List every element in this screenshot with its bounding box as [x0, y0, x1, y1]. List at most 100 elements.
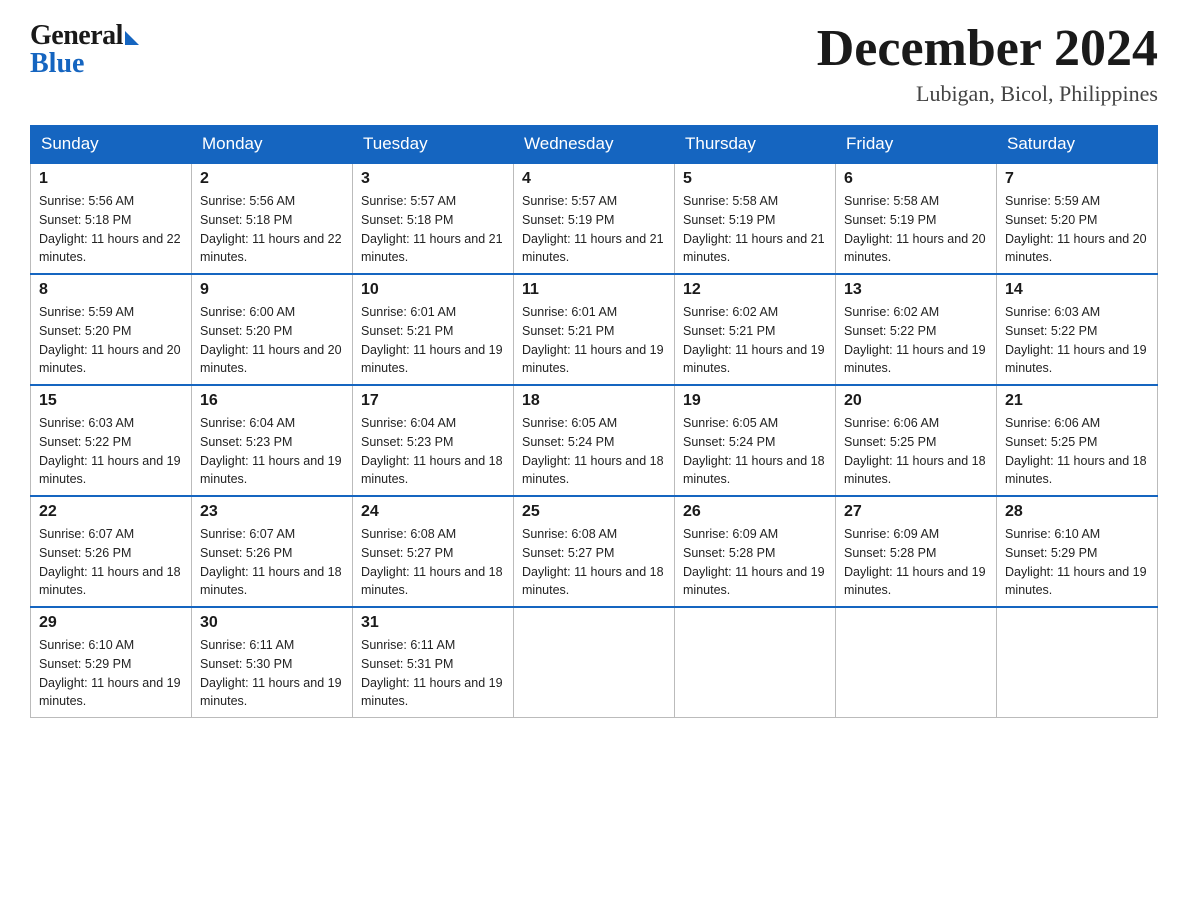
table-row — [675, 607, 836, 718]
day-info: Sunrise: 6:08 AMSunset: 5:27 PMDaylight:… — [361, 525, 505, 600]
header-thursday: Thursday — [675, 126, 836, 164]
table-row: 31 Sunrise: 6:11 AMSunset: 5:31 PMDayligh… — [353, 607, 514, 718]
table-row: 10 Sunrise: 6:01 AMSunset: 5:21 PMDayligh… — [353, 274, 514, 385]
calendar-week-row: 1 Sunrise: 5:56 AMSunset: 5:18 PMDaylight… — [31, 163, 1158, 274]
day-info: Sunrise: 6:11 AMSunset: 5:31 PMDaylight:… — [361, 636, 505, 711]
day-number: 4 — [522, 170, 666, 188]
day-info: Sunrise: 6:10 AMSunset: 5:29 PMDaylight:… — [39, 636, 183, 711]
table-row — [836, 607, 997, 718]
table-row: 12 Sunrise: 6:02 AMSunset: 5:21 PMDayligh… — [675, 274, 836, 385]
day-info: Sunrise: 6:06 AMSunset: 5:25 PMDaylight:… — [1005, 414, 1149, 489]
day-number: 17 — [361, 392, 505, 410]
table-row: 8 Sunrise: 5:59 AMSunset: 5:20 PMDaylight… — [31, 274, 192, 385]
day-info: Sunrise: 5:59 AMSunset: 5:20 PMDaylight:… — [39, 303, 183, 378]
day-number: 25 — [522, 503, 666, 521]
day-info: Sunrise: 6:10 AMSunset: 5:29 PMDaylight:… — [1005, 525, 1149, 600]
day-info: Sunrise: 5:58 AMSunset: 5:19 PMDaylight:… — [683, 192, 827, 267]
day-number: 15 — [39, 392, 183, 410]
day-number: 28 — [1005, 503, 1149, 521]
calendar-header-row: Sunday Monday Tuesday Wednesday Thursday… — [31, 126, 1158, 164]
table-row: 19 Sunrise: 6:05 AMSunset: 5:24 PMDayligh… — [675, 385, 836, 496]
header-friday: Friday — [836, 126, 997, 164]
day-number: 9 — [200, 281, 344, 299]
table-row: 20Sunrise: 6:06 AMSunset: 5:25 PMDayligh… — [836, 385, 997, 496]
calendar-table: Sunday Monday Tuesday Wednesday Thursday… — [30, 125, 1158, 718]
table-row: 29 Sunrise: 6:10 AMSunset: 5:29 PMDayligh… — [31, 607, 192, 718]
day-info: Sunrise: 6:06 AMSunset: 5:25 PMDaylight:… — [844, 414, 988, 489]
day-number: 30 — [200, 614, 344, 632]
day-number: 22 — [39, 503, 183, 521]
day-info: Sunrise: 5:57 AMSunset: 5:19 PMDaylight:… — [522, 192, 666, 267]
logo-blue-text: Blue — [30, 48, 84, 80]
day-info: Sunrise: 6:02 AMSunset: 5:22 PMDaylight:… — [844, 303, 988, 378]
header-sunday: Sunday — [31, 126, 192, 164]
day-number: 29 — [39, 614, 183, 632]
day-number: 24 — [361, 503, 505, 521]
day-info: Sunrise: 6:03 AMSunset: 5:22 PMDaylight:… — [39, 414, 183, 489]
day-number: 6 — [844, 170, 988, 188]
table-row: 24 Sunrise: 6:08 AMSunset: 5:27 PMDayligh… — [353, 496, 514, 607]
day-number: 1 — [39, 170, 183, 188]
day-info: Sunrise: 6:02 AMSunset: 5:21 PMDaylight:… — [683, 303, 827, 378]
day-info: Sunrise: 6:11 AMSunset: 5:30 PMDaylight:… — [200, 636, 344, 711]
table-row: 2Sunrise: 5:56 AMSunset: 5:18 PMDaylight… — [192, 163, 353, 274]
table-row: 7Sunrise: 5:59 AMSunset: 5:20 PMDaylight… — [997, 163, 1158, 274]
table-row: 5 Sunrise: 5:58 AMSunset: 5:19 PMDaylight… — [675, 163, 836, 274]
table-row: 27 Sunrise: 6:09 AMSunset: 5:28 PMDayligh… — [836, 496, 997, 607]
table-row: 9 Sunrise: 6:00 AMSunset: 5:20 PMDaylight… — [192, 274, 353, 385]
table-row: 25 Sunrise: 6:08 AMSunset: 5:27 PMDayligh… — [514, 496, 675, 607]
table-row: 28 Sunrise: 6:10 AMSunset: 5:29 PMDayligh… — [997, 496, 1158, 607]
day-info: Sunrise: 5:58 AMSunset: 5:19 PMDaylight:… — [844, 192, 988, 267]
day-info: Sunrise: 6:00 AMSunset: 5:20 PMDaylight:… — [200, 303, 344, 378]
table-row: 1 Sunrise: 5:56 AMSunset: 5:18 PMDaylight… — [31, 163, 192, 274]
table-row: 3Sunrise: 5:57 AMSunset: 5:18 PMDaylight… — [353, 163, 514, 274]
day-number: 8 — [39, 281, 183, 299]
calendar-week-row: 15 Sunrise: 6:03 AMSunset: 5:22 PMDayligh… — [31, 385, 1158, 496]
day-number: 14 — [1005, 281, 1149, 299]
location-subtitle: Lubigan, Bicol, Philippines — [817, 81, 1158, 107]
table-row: 16 Sunrise: 6:04 AMSunset: 5:23 PMDayligh… — [192, 385, 353, 496]
day-number: 26 — [683, 503, 827, 521]
day-number: 5 — [683, 170, 827, 188]
day-info: Sunrise: 6:08 AMSunset: 5:27 PMDaylight:… — [522, 525, 666, 600]
header-monday: Monday — [192, 126, 353, 164]
table-row: 23Sunrise: 6:07 AMSunset: 5:26 PMDayligh… — [192, 496, 353, 607]
calendar-week-row: 29 Sunrise: 6:10 AMSunset: 5:29 PMDayligh… — [31, 607, 1158, 718]
table-row: 15 Sunrise: 6:03 AMSunset: 5:22 PMDayligh… — [31, 385, 192, 496]
calendar-week-row: 22 Sunrise: 6:07 AMSunset: 5:26 PMDayligh… — [31, 496, 1158, 607]
day-number: 2 — [200, 170, 344, 188]
day-number: 19 — [683, 392, 827, 410]
day-info: Sunrise: 6:09 AMSunset: 5:28 PMDaylight:… — [844, 525, 988, 600]
day-info: Sunrise: 6:04 AMSunset: 5:23 PMDaylight:… — [200, 414, 344, 489]
header-saturday: Saturday — [997, 126, 1158, 164]
day-number: 11 — [522, 281, 666, 299]
table-row: 30 Sunrise: 6:11 AMSunset: 5:30 PMDayligh… — [192, 607, 353, 718]
day-number: 23 — [200, 503, 344, 521]
table-row: 21 Sunrise: 6:06 AMSunset: 5:25 PMDayligh… — [997, 385, 1158, 496]
day-number: 16 — [200, 392, 344, 410]
table-row: 22 Sunrise: 6:07 AMSunset: 5:26 PMDayligh… — [31, 496, 192, 607]
day-info: Sunrise: 6:07 AMSunset: 5:26 PMDaylight:… — [39, 525, 183, 600]
day-info: Sunrise: 6:04 AMSunset: 5:23 PMDaylight:… — [361, 414, 505, 489]
logo: General Blue — [30, 20, 139, 80]
day-info: Sunrise: 5:57 AMSunset: 5:18 PMDaylight:… — [361, 192, 505, 267]
table-row — [514, 607, 675, 718]
day-info: Sunrise: 6:05 AMSunset: 5:24 PMDaylight:… — [683, 414, 827, 489]
page-header: General Blue December 2024 Lubigan, Bico… — [30, 20, 1158, 107]
table-row: 14Sunrise: 6:03 AMSunset: 5:22 PMDayligh… — [997, 274, 1158, 385]
table-row: 26Sunrise: 6:09 AMSunset: 5:28 PMDayligh… — [675, 496, 836, 607]
table-row — [997, 607, 1158, 718]
day-number: 21 — [1005, 392, 1149, 410]
day-info: Sunrise: 6:01 AMSunset: 5:21 PMDaylight:… — [361, 303, 505, 378]
day-number: 12 — [683, 281, 827, 299]
day-number: 31 — [361, 614, 505, 632]
day-number: 27 — [844, 503, 988, 521]
title-section: December 2024 Lubigan, Bicol, Philippine… — [817, 20, 1158, 107]
logo-triangle-icon — [125, 31, 139, 45]
calendar-week-row: 8 Sunrise: 5:59 AMSunset: 5:20 PMDaylight… — [31, 274, 1158, 385]
day-info: Sunrise: 5:56 AMSunset: 5:18 PMDaylight:… — [39, 192, 183, 267]
day-number: 18 — [522, 392, 666, 410]
table-row: 18Sunrise: 6:05 AMSunset: 5:24 PMDayligh… — [514, 385, 675, 496]
day-number: 10 — [361, 281, 505, 299]
day-number: 7 — [1005, 170, 1149, 188]
